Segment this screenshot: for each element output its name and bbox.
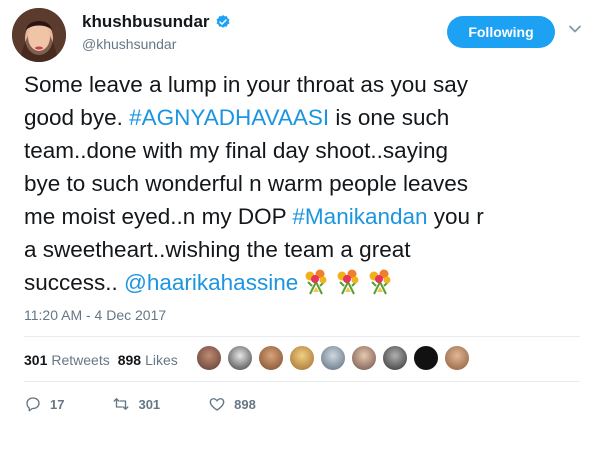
tweet-line: success.. @haarikahassine — [24, 266, 584, 299]
tweet-text-segment: you r — [427, 204, 484, 229]
hashtag-link[interactable]: #AGNYADHAVAASI — [129, 105, 329, 130]
liker-avatar[interactable] — [413, 345, 439, 371]
liker-avatars — [196, 345, 470, 371]
retweet-icon — [114, 398, 129, 410]
bouquet-icon — [337, 269, 359, 295]
likes-label[interactable]: Likes — [145, 352, 178, 368]
tweet-line: bye to such wonderful n warm people leav… — [24, 171, 469, 196]
reply-icon — [26, 397, 40, 412]
retweet-button[interactable]: 301 — [112, 395, 160, 413]
retweets-count[interactable]: 301 — [24, 352, 47, 368]
retweets-label[interactable]: Retweets — [51, 352, 109, 368]
user-handle[interactable]: @khushsundar — [82, 36, 176, 52]
heart-icon — [209, 398, 225, 411]
verified-badge-icon — [216, 15, 229, 28]
display-name-row[interactable]: khushbusundar — [82, 12, 231, 32]
tweet-text-segment: is one such — [329, 105, 450, 130]
liker-avatar[interactable] — [382, 345, 408, 371]
avatar[interactable] — [12, 8, 66, 62]
like-button[interactable]: 898 — [208, 395, 256, 413]
tweet-text-segment: success.. — [24, 270, 125, 295]
tweet-actions: 17 301 898 — [24, 395, 304, 413]
divider — [24, 336, 580, 337]
like-count: 898 — [234, 396, 256, 412]
tweet-timestamp[interactable]: 11:20 AM - 4 Dec 2017 — [24, 307, 166, 323]
likes-count[interactable]: 898 — [118, 352, 141, 368]
bouquet-icon — [305, 269, 327, 295]
tweet-line: good bye. #AGNYADHAVAASI is one such — [24, 101, 584, 134]
tweet-line: a sweetheart..wishing the team a great — [24, 237, 411, 262]
tweet-text-segment: good bye. — [24, 105, 130, 130]
liker-avatar[interactable] — [196, 345, 222, 371]
hashtag-link[interactable]: #Manikandan — [292, 204, 427, 229]
liker-avatar[interactable] — [289, 345, 315, 371]
tweet-line: me moist eyed..n my DOP #Manikandan you … — [24, 200, 584, 233]
liker-avatar[interactable] — [258, 345, 284, 371]
liker-avatar[interactable] — [320, 345, 346, 371]
engagement-stats: 301 Retweets 898 Likes — [24, 352, 178, 368]
liker-avatar[interactable] — [227, 345, 253, 371]
profile-photo-icon — [12, 8, 66, 62]
tweet-text: Some leave a lump in your throat as you … — [24, 68, 584, 299]
mention-link[interactable]: @haarikahassine — [124, 270, 298, 295]
tweet-text-segment: me moist eyed..n my DOP — [24, 204, 293, 229]
liker-avatar[interactable] — [444, 345, 470, 371]
bouquet-icon — [369, 269, 391, 295]
reply-count: 17 — [50, 396, 65, 412]
retweet-count: 301 — [138, 396, 161, 412]
tweet-line: Some leave a lump in your throat as you … — [24, 72, 468, 97]
chevron-down-icon[interactable] — [568, 22, 582, 36]
display-name[interactable]: khushbusundar — [82, 12, 210, 32]
tweet-line: team..done with my final day shoot..sayi… — [24, 138, 448, 163]
following-button[interactable]: Following — [447, 16, 555, 48]
divider — [24, 381, 580, 382]
reply-button[interactable]: 17 — [24, 395, 64, 413]
liker-avatar[interactable] — [351, 345, 377, 371]
